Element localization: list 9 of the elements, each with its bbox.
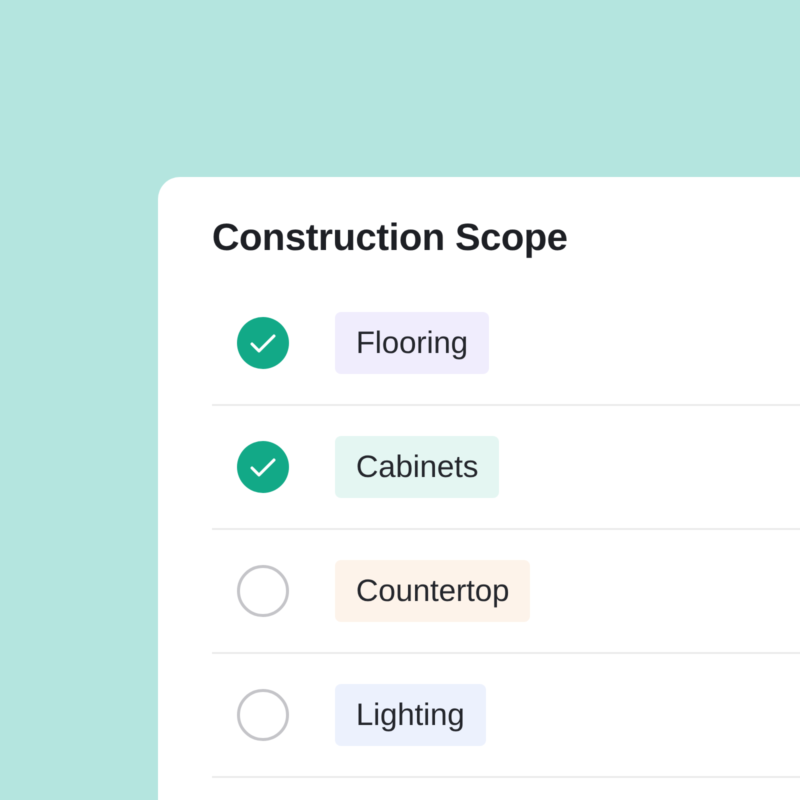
checkbox[interactable] (237, 565, 289, 617)
scope-tag: Cabinets (335, 436, 500, 498)
scope-tag: Lighting (335, 684, 486, 746)
checkbox[interactable] (237, 441, 289, 493)
checkbox[interactable] (237, 689, 289, 741)
scope-tag: Countertop (335, 560, 530, 622)
scope-tag: Flooring (335, 312, 489, 374)
checkbox[interactable] (237, 317, 289, 369)
card-title: Construction Scope (212, 217, 569, 260)
